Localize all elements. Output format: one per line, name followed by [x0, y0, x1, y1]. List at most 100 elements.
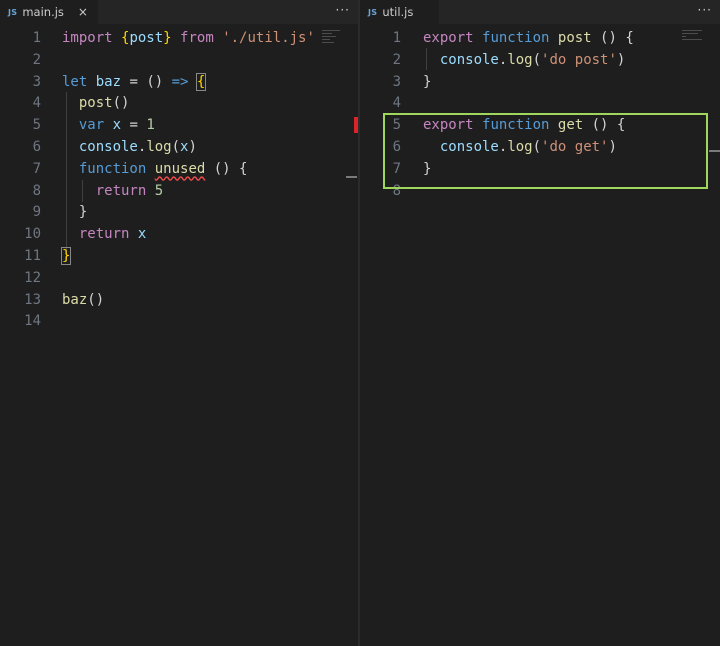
more-actions-icon[interactable]: ··· — [698, 3, 712, 17]
minimap[interactable] — [682, 30, 704, 46]
line-number: 14 — [24, 313, 41, 330]
code-area[interactable]: 1 import {post} from './util.js' 2 3 let baz… — [0, 28, 358, 333]
line-number: 1 — [392, 30, 401, 46]
line-number: 2 — [32, 51, 41, 68]
code-token: var — [78, 117, 105, 134]
line-number: 3 — [32, 73, 41, 90]
code-line[interactable]: 11} — [0, 246, 358, 268]
line-number: 1 — [32, 30, 41, 46]
code-token: x — [112, 117, 122, 134]
code-token: unused — [154, 160, 206, 177]
code-line[interactable]: 4 — [360, 93, 720, 115]
tab-bar: JS main.js × ··· — [0, 0, 358, 24]
code-text[interactable]: } — [423, 72, 431, 94]
code-text[interactable]: baz() — [62, 290, 104, 312]
more-actions-icon[interactable]: ··· — [336, 3, 350, 17]
code-text[interactable]: var x = 1 — [62, 115, 155, 137]
code-text[interactable]: } — [62, 202, 87, 224]
code-token: post — [557, 30, 592, 46]
code-token: = () — [121, 73, 172, 90]
line-number: 3 — [392, 73, 401, 90]
code-token: from — [180, 30, 214, 46]
code-line[interactable]: 3 let baz = () => { — [0, 72, 358, 94]
highlighted-code-block — [383, 113, 708, 189]
code-line[interactable]: 13 baz() — [0, 290, 358, 312]
tab-bar: JS util.js ··· — [360, 0, 720, 24]
code-text[interactable]: let baz = () => { — [62, 72, 207, 94]
code-token: baz — [95, 73, 122, 90]
code-text[interactable]: import {post} from './util.js' — [62, 28, 315, 50]
line-number: 7 — [32, 160, 41, 177]
code-line[interactable]: 1 export function post () { — [360, 28, 720, 50]
code-line[interactable]: 2 — [0, 50, 358, 72]
code-token: let — [62, 73, 88, 90]
code-token: } — [163, 30, 172, 46]
tab-util-js[interactable]: JS util.js — [360, 0, 440, 24]
code-line[interactable]: 2 console.log('do post') — [360, 50, 720, 72]
code-line[interactable]: 4 post() — [0, 93, 358, 115]
code-token: './util.js' — [222, 30, 315, 46]
line-number: 2 — [392, 51, 401, 68]
tab-main-js[interactable]: JS main.js × — [0, 0, 98, 24]
code-token: post — [78, 95, 113, 112]
line-number: 6 — [32, 138, 41, 155]
code-text[interactable]: post() — [62, 93, 130, 115]
line-number: 12 — [24, 269, 41, 286]
code-line[interactable]: 6 console.log(x) — [0, 137, 358, 159]
code-token: console — [439, 51, 499, 68]
close-icon[interactable]: × — [78, 5, 88, 19]
minimap[interactable] — [322, 30, 344, 46]
code-text[interactable]: console.log('do post') — [423, 50, 625, 72]
code-token: ( — [532, 51, 542, 68]
editor-window: JS main.js × ··· 1 import {post} from './… — [0, 0, 720, 646]
code-token: ) — [188, 138, 197, 155]
code-token: 1 — [146, 117, 155, 134]
code-line[interactable]: 10 return x — [0, 224, 358, 246]
code-text[interactable]: return x — [62, 224, 146, 246]
line-number: 10 — [24, 226, 41, 243]
code-text[interactable]: return 5 — [62, 181, 163, 203]
code-text[interactable]: function unused () { — [62, 159, 248, 181]
code-token: = — [121, 117, 147, 134]
line-number: 11 — [24, 247, 41, 264]
code-token: ( — [171, 138, 181, 155]
code-token: { — [195, 72, 207, 91]
code-text[interactable]: console.log(x) — [62, 137, 197, 159]
js-file-icon: JS — [368, 7, 378, 17]
code-text[interactable]: export function post () { — [423, 28, 634, 50]
code-token: () { — [591, 30, 634, 46]
code-line[interactable]: 8 return 5 — [0, 181, 358, 203]
line-number: 4 — [32, 95, 41, 112]
scrollbar-marker — [346, 176, 357, 178]
code-token: () — [112, 95, 130, 112]
code-line[interactable]: 9 } — [0, 202, 358, 224]
code-line[interactable]: 3} — [360, 72, 720, 94]
code-text[interactable]: } — [60, 246, 72, 268]
code-line[interactable]: 14 — [0, 311, 358, 333]
tab-label: util.js — [382, 5, 414, 19]
code-line[interactable]: 12 — [0, 268, 358, 290]
code-token: baz — [62, 291, 88, 308]
code-line[interactable]: 1 import {post} from './util.js' — [0, 28, 358, 50]
line-number: 5 — [32, 117, 41, 134]
code-token: function — [78, 160, 147, 177]
line-number: 13 — [24, 291, 41, 308]
code-line[interactable]: 7 function unused () { — [0, 159, 358, 181]
code-token: import — [62, 30, 113, 46]
tab-label: main.js — [22, 5, 64, 19]
code-token: console — [78, 138, 138, 155]
code-line[interactable]: 5 var x = 1 — [0, 115, 358, 137]
